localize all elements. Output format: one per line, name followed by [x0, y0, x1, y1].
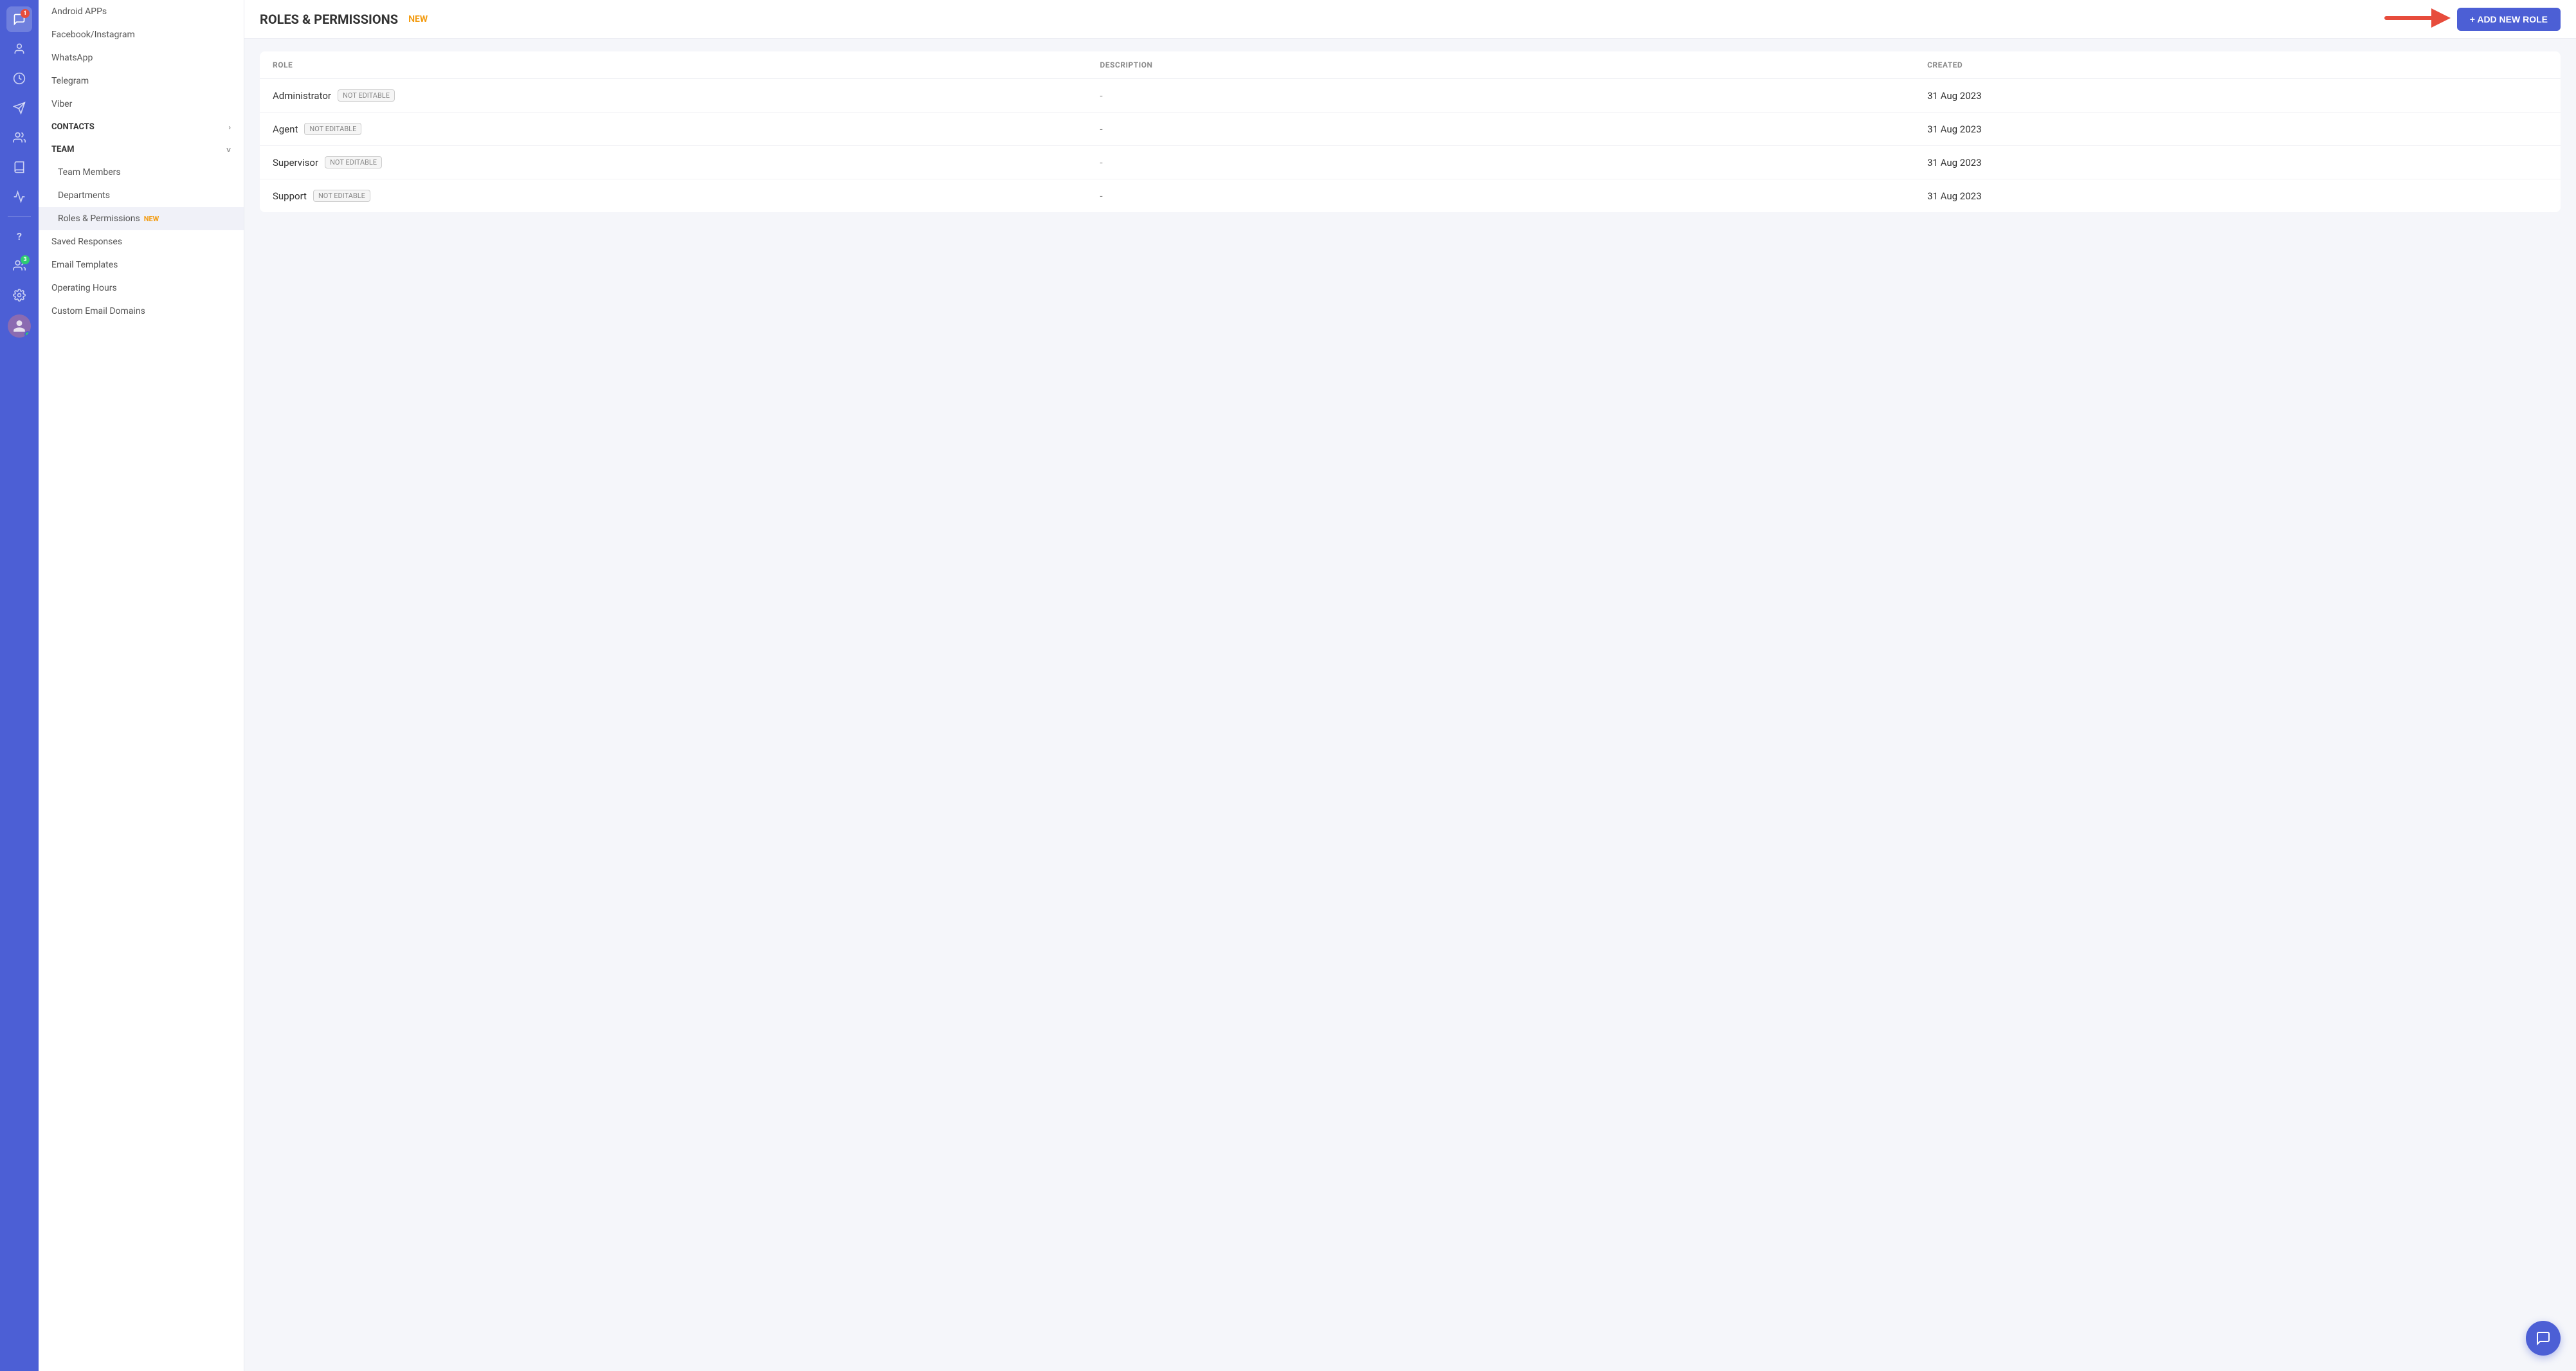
col-header-role: ROLE [273, 60, 1100, 69]
sidebar-item-android-apps[interactable]: Android APPs [39, 0, 244, 23]
main-content: ROLES & PERMISSIONS NEW + ADD NEW ROLE R… [244, 0, 2576, 1371]
sidebar-label-saved-responses: Saved Responses [51, 237, 122, 247]
team-section-label: TEAM [51, 145, 74, 154]
sidebar-label-roles-permissions: Roles & PermissionsNEW [58, 213, 159, 224]
chat-icon[interactable]: 1 [6, 6, 32, 32]
add-new-role-button[interactable]: + ADD NEW ROLE [2457, 8, 2561, 31]
sidebar: Android APPs Facebook/Instagram WhatsApp… [39, 0, 244, 1371]
team-icon[interactable] [6, 125, 32, 150]
sidebar-label-departments: Departments [58, 190, 110, 201]
sidebar-label-custom-email-domains: Custom Email Domains [51, 306, 145, 316]
role-name-agent: Agent [273, 123, 298, 135]
team-section-header[interactable]: TEAM ˅ [39, 138, 244, 161]
content-area: ROLE DESCRIPTION CREATED Administrator N… [244, 39, 2576, 1371]
table-header: ROLE DESCRIPTION CREATED [260, 51, 2561, 79]
sidebar-label-operating-hours: Operating Hours [51, 283, 117, 293]
user-avatar[interactable] [8, 314, 31, 338]
not-editable-badge: NOT EDITABLE [313, 190, 370, 202]
not-editable-badge: NOT EDITABLE [304, 123, 361, 135]
table-row: Support NOT EDITABLE - 31 Aug 2023 [260, 179, 2561, 212]
role-name-administrator: Administrator [273, 90, 331, 102]
role-name-support: Support [273, 190, 307, 202]
sidebar-item-custom-email-domains[interactable]: Custom Email Domains [39, 300, 244, 323]
sidebar-label-android-apps: Android APPs [51, 6, 107, 17]
sidebar-item-email-templates[interactable]: Email Templates [39, 253, 244, 277]
icon-bar: 1 ? 3 [0, 0, 39, 1371]
settings-icon[interactable] [6, 282, 32, 308]
table-row: Supervisor NOT EDITABLE - 31 Aug 2023 [260, 146, 2561, 179]
sidebar-item-team-members[interactable]: Team Members [39, 161, 244, 184]
sidebar-item-departments[interactable]: Departments [39, 184, 244, 207]
desc-supervisor: - [1100, 157, 1928, 168]
desc-agent: - [1100, 123, 1928, 135]
contacts-section-header[interactable]: CONTACTS › [39, 116, 244, 138]
agents-icon[interactable]: 3 [6, 253, 32, 278]
col-header-description: DESCRIPTION [1100, 60, 1928, 69]
sidebar-label-whatsapp: WhatsApp [51, 53, 93, 63]
contacts-chevron-icon: › [228, 123, 231, 132]
sidebar-label-facebook: Facebook/Instagram [51, 30, 135, 40]
red-arrow-annotation [2380, 2, 2457, 37]
sidebar-item-operating-hours[interactable]: Operating Hours [39, 277, 244, 300]
sidebar-item-saved-responses[interactable]: Saved Responses [39, 230, 244, 253]
role-name-supervisor: Supervisor [273, 157, 318, 168]
sidebar-item-facebook[interactable]: Facebook/Instagram [39, 23, 244, 46]
sidebar-item-telegram[interactable]: Telegram [39, 69, 244, 93]
send-icon[interactable] [6, 95, 32, 121]
created-agent: 31 Aug 2023 [1927, 123, 2548, 135]
book-icon[interactable] [6, 154, 32, 180]
desc-administrator: - [1100, 90, 1928, 102]
role-cell-supervisor: Supervisor NOT EDITABLE [273, 156, 1100, 168]
analytics-icon[interactable] [6, 184, 32, 210]
role-cell-administrator: Administrator NOT EDITABLE [273, 89, 1100, 102]
table-row: Agent NOT EDITABLE - 31 Aug 2023 [260, 113, 2561, 146]
sidebar-item-roles-permissions[interactable]: Roles & PermissionsNEW [39, 207, 244, 230]
created-administrator: 31 Aug 2023 [1927, 90, 2548, 102]
sidebar-label-viber: Viber [51, 99, 72, 109]
col-header-created: CREATED [1927, 60, 2548, 69]
page-title: ROLES & PERMISSIONS NEW [260, 12, 428, 27]
help-icon[interactable]: ? [6, 223, 32, 249]
not-editable-badge: NOT EDITABLE [325, 156, 382, 168]
desc-support: - [1100, 190, 1928, 202]
clock-icon[interactable] [6, 66, 32, 91]
top-bar: ROLES & PERMISSIONS NEW + ADD NEW ROLE [244, 0, 2576, 39]
sidebar-label-team-members: Team Members [58, 167, 121, 177]
roles-table: ROLE DESCRIPTION CREATED Administrator N… [260, 51, 2561, 212]
page-title-badge: NEW [408, 14, 428, 24]
sidebar-item-viber[interactable]: Viber [39, 93, 244, 116]
table-row: Administrator NOT EDITABLE - 31 Aug 2023 [260, 79, 2561, 113]
role-cell-agent: Agent NOT EDITABLE [273, 123, 1100, 135]
chat-widget-button[interactable] [2526, 1321, 2561, 1356]
not-editable-badge: NOT EDITABLE [338, 89, 395, 102]
team-chevron-icon: ˅ [226, 145, 231, 154]
sidebar-item-whatsapp[interactable]: WhatsApp [39, 46, 244, 69]
divider [8, 216, 31, 217]
role-cell-support: Support NOT EDITABLE [273, 190, 1100, 202]
created-supervisor: 31 Aug 2023 [1927, 157, 2548, 168]
contacts-section-label: CONTACTS [51, 122, 95, 132]
created-support: 31 Aug 2023 [1927, 190, 2548, 202]
contacts-icon[interactable] [6, 36, 32, 62]
sidebar-label-telegram: Telegram [51, 76, 89, 86]
sidebar-label-email-templates: Email Templates [51, 260, 118, 270]
